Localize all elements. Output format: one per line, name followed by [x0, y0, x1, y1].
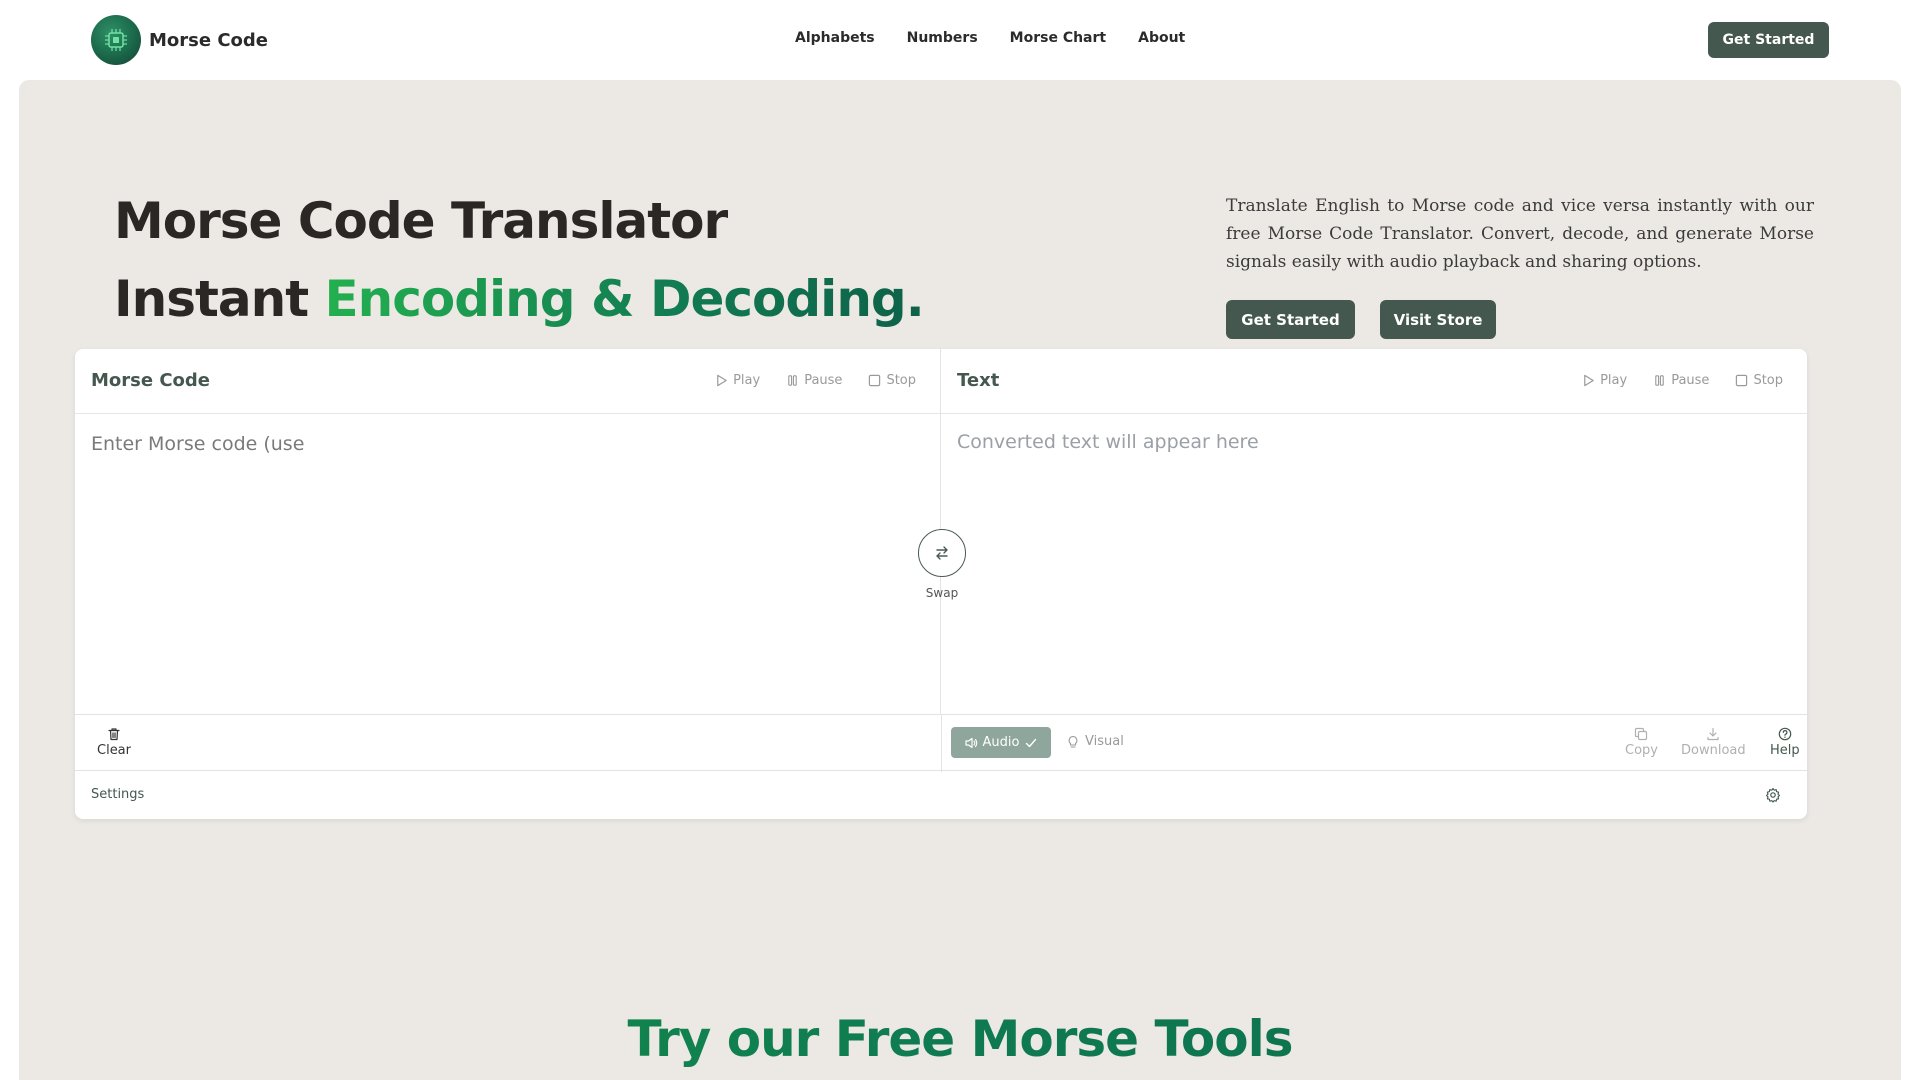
download-icon	[1707, 727, 1719, 741]
clear-button[interactable]: Clear	[97, 727, 131, 758]
hero-subtitle: Instant Encoding & Decoding.	[114, 270, 925, 328]
morse-pane-title: Morse Code	[91, 370, 211, 391]
audio-label: Audio	[982, 735, 1020, 750]
gear-icon[interactable]	[1765, 787, 1781, 803]
check-icon	[1026, 738, 1037, 747]
text-playback-controls: Play Pause Stop	[1582, 373, 1783, 388]
visual-toggle[interactable]: Visual	[1066, 734, 1124, 749]
text-stop-button[interactable]: Stop	[1735, 373, 1783, 388]
play-icon	[717, 374, 727, 387]
morse-play-button[interactable]: Play	[715, 373, 760, 388]
speaker-icon	[964, 737, 977, 748]
swap-icon	[936, 546, 948, 560]
toolbar-divider	[941, 715, 942, 772]
top-nav: Morse Code Alphabets Numbers Morse Chart…	[0, 0, 1920, 80]
nav-link-about[interactable]: About	[1138, 30, 1185, 46]
clear-label: Clear	[97, 743, 131, 758]
morse-pause-label: Pause	[804, 373, 843, 388]
text-pane: Text Play Pause Stop Converted text will…	[941, 349, 1807, 763]
audio-toggle[interactable]: Audio	[951, 727, 1051, 758]
brand-name: Morse Code	[149, 29, 269, 51]
text-output[interactable]: Converted text will appear here	[957, 431, 1259, 453]
nav-link-numbers[interactable]: Numbers	[907, 30, 978, 46]
settings-toggle[interactable]: Settings	[91, 787, 144, 802]
hero-get-started-button[interactable]: Get Started	[1226, 300, 1355, 339]
copy-button[interactable]: Copy	[1625, 727, 1658, 758]
settings-row: Settings	[75, 771, 1807, 819]
download-button[interactable]: Download	[1681, 727, 1746, 758]
nav-link-morse-chart[interactable]: Morse Chart	[1010, 30, 1106, 46]
help-button[interactable]: Help	[1770, 727, 1800, 758]
text-pane-header: Text Play Pause Stop	[941, 349, 1807, 414]
translator-toolbar: Clear Audio Visual Copy Download Help	[75, 714, 1807, 772]
morse-pause-button[interactable]: Pause	[786, 373, 842, 388]
morse-pane: Morse Code Play Pause Stop	[75, 349, 941, 763]
hero-description: Translate English to Morse code and vice…	[1226, 196, 1814, 272]
nav-link-alphabets[interactable]: Alphabets	[795, 30, 875, 46]
tools-section-heading: Try our Free Morse Tools	[0, 1010, 1920, 1068]
stop-icon	[1736, 374, 1748, 387]
copy-icon	[1635, 727, 1648, 741]
help-icon	[1778, 727, 1792, 741]
nav-links: Alphabets Numbers Morse Chart About	[795, 30, 1185, 46]
morse-playback-controls: Play Pause Stop	[715, 373, 916, 388]
text-pane-title: Text	[957, 370, 1000, 391]
morse-play-label: Play	[733, 373, 761, 388]
text-pause-label: Pause	[1671, 373, 1710, 388]
copy-label: Copy	[1625, 743, 1658, 758]
swap-label: Swap	[925, 586, 959, 600]
trash-icon	[108, 728, 120, 741]
morse-pane-header: Morse Code Play Pause Stop	[75, 349, 940, 414]
brand-logo[interactable]: Morse Code	[91, 15, 268, 65]
lightbulb-icon	[1068, 735, 1078, 748]
help-label: Help	[1770, 743, 1800, 758]
hero-title: Morse Code Translator	[114, 192, 728, 250]
pause-icon	[1655, 375, 1664, 386]
hero-subtitle-prefix: Instant	[114, 270, 325, 328]
stop-icon	[869, 374, 881, 387]
nav-get-started-button[interactable]: Get Started	[1708, 22, 1829, 58]
visit-store-button[interactable]: Visit Store	[1380, 300, 1496, 339]
text-play-label: Play	[1600, 373, 1628, 388]
morse-stop-button[interactable]: Stop	[868, 373, 916, 388]
text-pause-button[interactable]: Pause	[1653, 373, 1709, 388]
logo-icon	[91, 15, 141, 65]
morse-input[interactable]	[91, 433, 911, 733]
translator-card: Morse Code Play Pause Stop Text	[75, 349, 1807, 819]
visual-label: Visual	[1085, 734, 1124, 749]
text-stop-label: Stop	[1753, 373, 1783, 388]
swap-button[interactable]	[918, 529, 966, 577]
pause-icon	[788, 375, 797, 386]
morse-stop-label: Stop	[886, 373, 916, 388]
download-label: Download	[1681, 743, 1746, 758]
hero-subtitle-highlight: Encoding & Decoding.	[324, 270, 925, 328]
text-play-button[interactable]: Play	[1582, 373, 1627, 388]
play-icon	[1584, 374, 1594, 387]
